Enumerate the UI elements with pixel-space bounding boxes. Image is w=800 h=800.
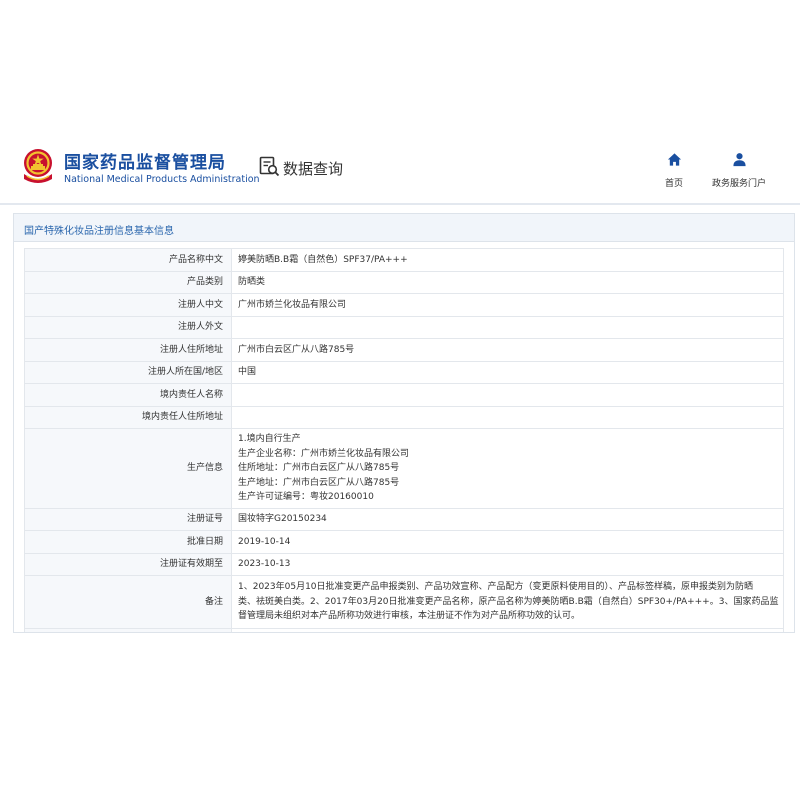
table-row: 注册证有效期至 2023-10-13 bbox=[24, 552, 784, 576]
field-label: 注册人住所地址 bbox=[24, 338, 232, 362]
field-value-product-name: 婷美防晒B.B霜（自然色）SPF37/PA+++ bbox=[231, 248, 784, 272]
data-query-label: 数据查询 bbox=[283, 159, 344, 178]
field-value-empty bbox=[231, 627, 784, 632]
nav-home-label: 首页 bbox=[664, 179, 683, 189]
data-query-icon bbox=[258, 155, 283, 181]
header-divider bbox=[0, 203, 800, 205]
info-panel: 国产特殊化妆品注册信息基本信息 产品名称中文 婷美防晒B.B霜（自然色）SPF3… bbox=[13, 213, 795, 633]
field-label: 产品名称中文 bbox=[24, 248, 232, 272]
field-value-reg-no: 国妆特字G20150234 bbox=[231, 507, 784, 531]
table-row: 境内责任人名称 bbox=[24, 383, 784, 407]
field-value-domestic-address bbox=[231, 405, 784, 429]
field-label: 注册证号 bbox=[24, 507, 232, 531]
production-line: 生产企业名称：广州市娇兰化妆品有限公司 bbox=[238, 448, 410, 459]
field-label: 注册人所在国/地区 bbox=[24, 360, 232, 384]
field-value-registrant-country: 中国 bbox=[231, 360, 784, 384]
table-row: 备注 1、2023年05月10日批准变更产品申报类别、产品功效宣称、产品配方（变… bbox=[24, 575, 784, 629]
field-label: 境内责任人住所地址 bbox=[24, 405, 232, 429]
field-value-registrant-en bbox=[231, 315, 784, 339]
registration-info-table: 产品名称中文 婷美防晒B.B霜（自然色）SPF37/PA+++ 产品类别 防晒类… bbox=[24, 248, 784, 632]
remark-line: 督管理局未组织对本产品所称功效进行审核，本注册证不作为对产品所称功效的认可。 bbox=[238, 611, 581, 621]
site-header: 国家药品监督管理局 National Medical Products Admi… bbox=[0, 140, 800, 196]
production-line: 生产许可证编号：粤妆20160010 bbox=[238, 492, 374, 502]
brand-name-en[interactable]: National Medical Products Administration bbox=[64, 174, 260, 185]
production-line: 住所地址：广州市白云区广从八路785号 bbox=[238, 463, 400, 473]
table-row: 注册人住所地址 广州市白云区广从八路785号 bbox=[24, 338, 784, 362]
nav-service-portal-label: 政务服务门户 bbox=[711, 179, 766, 189]
field-label: 生产信息 bbox=[24, 428, 232, 509]
field-value-category: 防晒类 bbox=[231, 270, 784, 294]
production-line: 生产地址：广州市白云区广从八路785号 bbox=[238, 477, 400, 488]
field-label: 境内责任人名称 bbox=[24, 383, 232, 407]
table-row: 产品类别 防晒类 bbox=[24, 270, 784, 294]
table-row: 境内责任人住所地址 bbox=[24, 405, 784, 429]
table-row: 批准日期 2019-10-14 bbox=[24, 530, 784, 554]
user-icon bbox=[732, 152, 747, 171]
field-label: 注册人中文 bbox=[24, 293, 232, 317]
field-value-registrant-cn: 广州市娇兰化妆品有限公司 bbox=[231, 293, 784, 317]
field-label: 注册证有效期至 bbox=[24, 552, 232, 576]
field-value-approval-date: 2019-10-14 bbox=[231, 530, 784, 554]
national-emblem-icon[interactable] bbox=[20, 146, 56, 186]
field-label bbox=[24, 627, 232, 632]
field-label: 注册人外文 bbox=[24, 315, 232, 339]
field-label: 产品类别 bbox=[24, 270, 232, 294]
field-label: 批准日期 bbox=[24, 530, 232, 554]
table-row: 注册人外文 bbox=[24, 315, 784, 339]
table-row: 产品名称中文 婷美防晒B.B霜（自然色）SPF37/PA+++ bbox=[24, 248, 784, 272]
field-value-valid-until: 2023-10-13 bbox=[231, 552, 784, 576]
table-row: 注册证号 国妆特字G20150234 bbox=[24, 507, 784, 531]
remark-line: 类、祛斑美白类。2、2017年03月20日批准变更产品名称，原产品名称为婷美防晒… bbox=[238, 596, 779, 607]
field-label: 备注 bbox=[24, 575, 232, 629]
field-value-remark: 1、2023年05月10日批准变更产品申报类别、产品功效宣称、产品配方（变更原料… bbox=[231, 575, 784, 629]
table-row: 注册人所在国/地区 中国 bbox=[24, 360, 784, 384]
home-icon bbox=[667, 152, 682, 171]
table-row: 生产信息 1.境内自行生产 生产企业名称：广州市娇兰化妆品有限公司 住所地址：广… bbox=[24, 428, 784, 509]
nav-service-portal[interactable]: 政务服务门户 bbox=[704, 152, 774, 189]
data-query-link[interactable]: 数据查询 bbox=[258, 156, 343, 180]
table-row bbox=[24, 627, 784, 632]
field-value-production: 1.境内自行生产 生产企业名称：广州市娇兰化妆品有限公司 住所地址：广州市白云区… bbox=[231, 428, 784, 509]
field-value-domestic-person bbox=[231, 383, 784, 407]
table-row: 注册人中文 广州市娇兰化妆品有限公司 bbox=[24, 293, 784, 317]
field-value-registrant-address: 广州市白云区广从八路785号 bbox=[231, 338, 784, 362]
nav-home[interactable]: 首页 bbox=[639, 152, 709, 189]
panel-title: 国产特殊化妆品注册信息基本信息 bbox=[14, 214, 794, 242]
production-line: 1.境内自行生产 bbox=[238, 434, 301, 444]
remark-line: 1、2023年05月10日批准变更产品申报类别、产品功效宣称、产品配方（变更原料… bbox=[238, 582, 754, 592]
brand-name-cn[interactable]: 国家药品监督管理局 bbox=[64, 148, 226, 173]
